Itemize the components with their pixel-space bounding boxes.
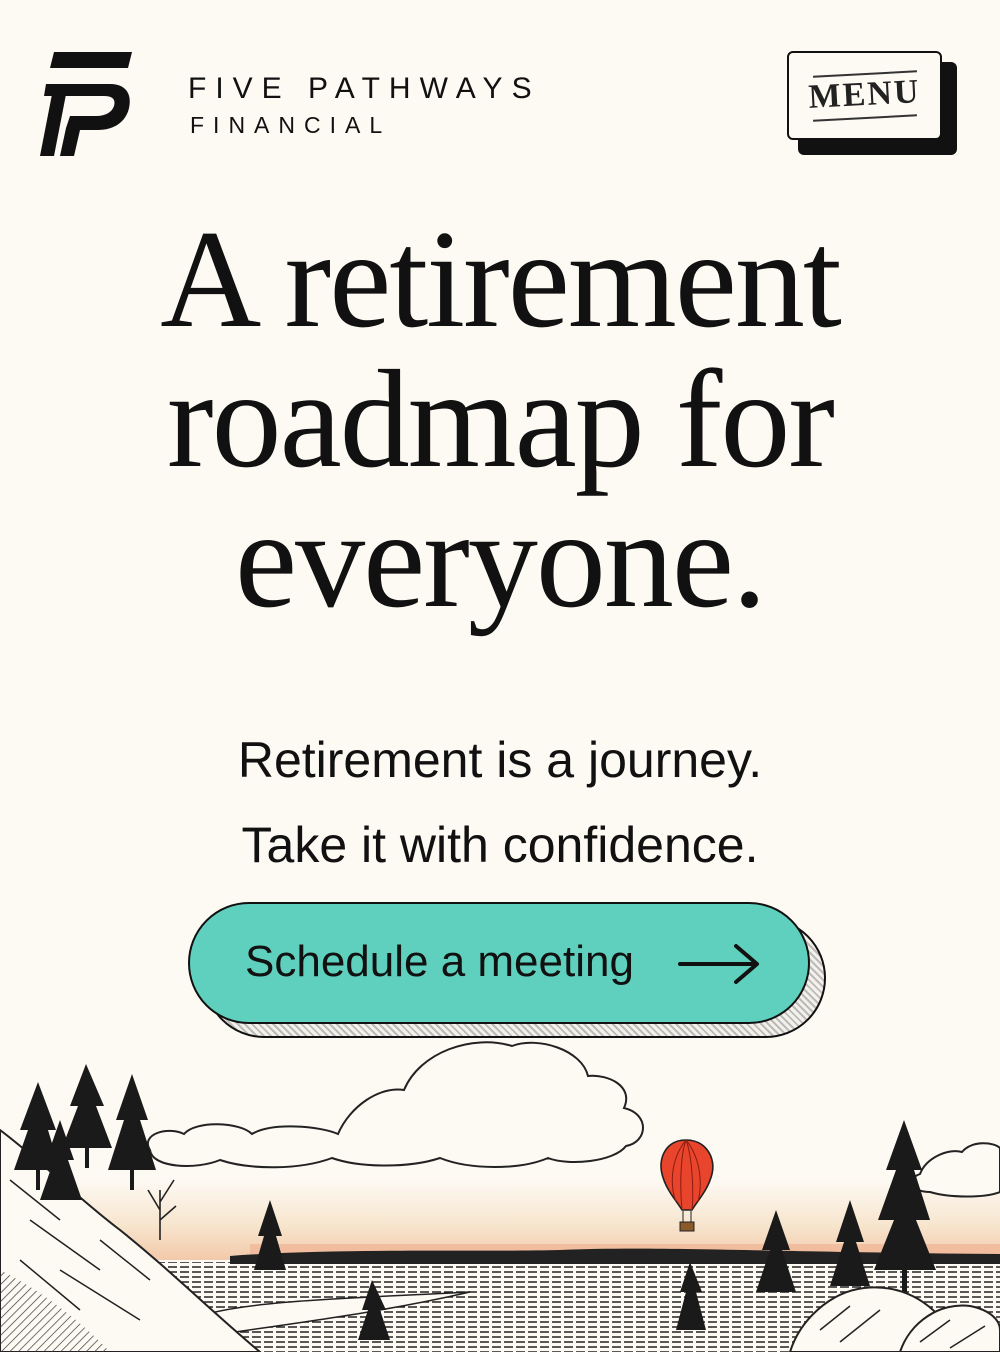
tagline-line: Retirement is a journey. (237, 732, 763, 788)
tagline-line: Take it with confidence. (241, 817, 759, 873)
landscape-illustration (0, 1041, 1000, 1352)
schedule-meeting-button[interactable]: Schedule a meeting (188, 902, 810, 1024)
cta-label: Schedule a meeting (245, 937, 634, 986)
arrow-right-icon (678, 944, 759, 984)
brand-name: FIVE PATHWAYS (188, 72, 541, 105)
menu-label: MENU (807, 73, 922, 116)
hero-title-line: A retirement (160, 202, 842, 357)
brand-subtitle: FINANCIAL (190, 112, 392, 138)
hero-title-line: roadmap for (166, 342, 835, 497)
hero-title-line: everyone. (234, 482, 767, 637)
cloud-icon (147, 1041, 1000, 1198)
hero-title: A retirement roadmap for everyone. (0, 210, 1000, 630)
menu-button[interactable]: MENU (787, 51, 942, 140)
five-pathways-logo-icon (40, 52, 132, 156)
